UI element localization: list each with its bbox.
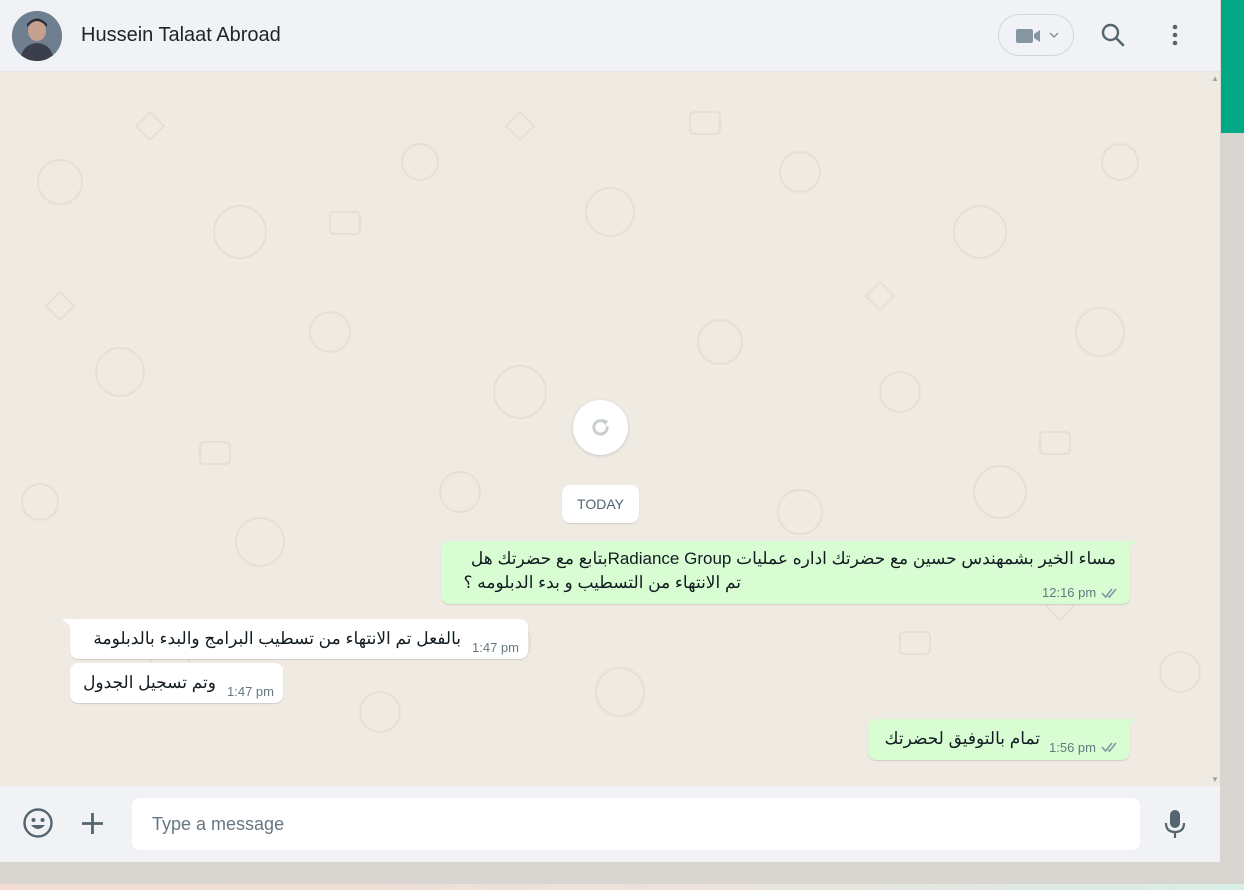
contact-name[interactable]: Hussein Talaat Abroad (81, 24, 281, 47)
message-text: وتم تسجيل الجدول (83, 673, 216, 692)
bubble-tail (62, 619, 74, 629)
load-more-button[interactable] (573, 400, 628, 455)
message-time: 1:47 pm (227, 684, 274, 699)
message-text: مساء الخير بشمهندس حسين مع حضرتك اداره ع… (470, 549, 1116, 568)
message-time: 1:47 pm (472, 640, 519, 655)
emoji-icon[interactable] (22, 807, 54, 839)
menu-icon[interactable] (1162, 22, 1188, 48)
message-time: 12:16 pm (1042, 585, 1097, 600)
message-list[interactable]: TODAY مساء الخير بشمهندس حسين مع حضرتك ا… (0, 72, 1220, 786)
message-composer (0, 786, 1220, 862)
scroll-down-arrow[interactable]: ▼ (1211, 775, 1219, 784)
attach-plus-icon[interactable] (80, 811, 105, 836)
video-call-button[interactable] (998, 14, 1074, 56)
message-bubble-outgoing[interactable]: مساء الخير بشمهندس حسين مع حضرتك اداره ع… (441, 541, 1136, 604)
search-icon[interactable] (1100, 22, 1126, 48)
chat-window: Hussein Talaat Abroad TODAY مساء الخير ب… (0, 0, 1220, 862)
double-check-icon (1101, 742, 1117, 753)
message-time: 1:56 pm (1049, 740, 1096, 755)
avatar[interactable] (12, 11, 62, 61)
message-input[interactable] (132, 798, 1140, 850)
video-call-icon (1016, 29, 1040, 43)
message-bubble-incoming[interactable]: بالفعل تم الانتهاء من تسطيب البرامج والب… (62, 619, 528, 659)
side-accent-bar (1221, 0, 1244, 133)
bubble-tail (1124, 719, 1136, 729)
bottom-edge (0, 884, 1244, 890)
chat-header: Hussein Talaat Abroad (0, 0, 1220, 72)
message-bubble-outgoing[interactable]: تمام بالتوفيق لحضرتك 1:56 pm (868, 719, 1136, 760)
date-divider: TODAY (562, 485, 639, 523)
refresh-icon (592, 418, 609, 436)
microphone-icon[interactable] (1163, 808, 1187, 840)
bubble-tail (1124, 541, 1136, 551)
message-text: بالفعل تم الانتهاء من تسطيب البرامج والب… (93, 629, 461, 648)
chevron-down-icon (1049, 32, 1059, 39)
scroll-up-arrow[interactable]: ▲ (1211, 74, 1219, 83)
chat-scrollbar[interactable]: ▲ ▼ (1208, 72, 1220, 786)
message-text: تمام بالتوفيق لحضرتك (884, 729, 1040, 748)
message-bubble-incoming[interactable]: وتم تسجيل الجدول 1:47 pm (70, 663, 283, 703)
double-check-icon (1101, 588, 1117, 599)
message-text: تم الانتهاء من التسطيب و بدء الدبلومه ؟ (463, 573, 741, 592)
